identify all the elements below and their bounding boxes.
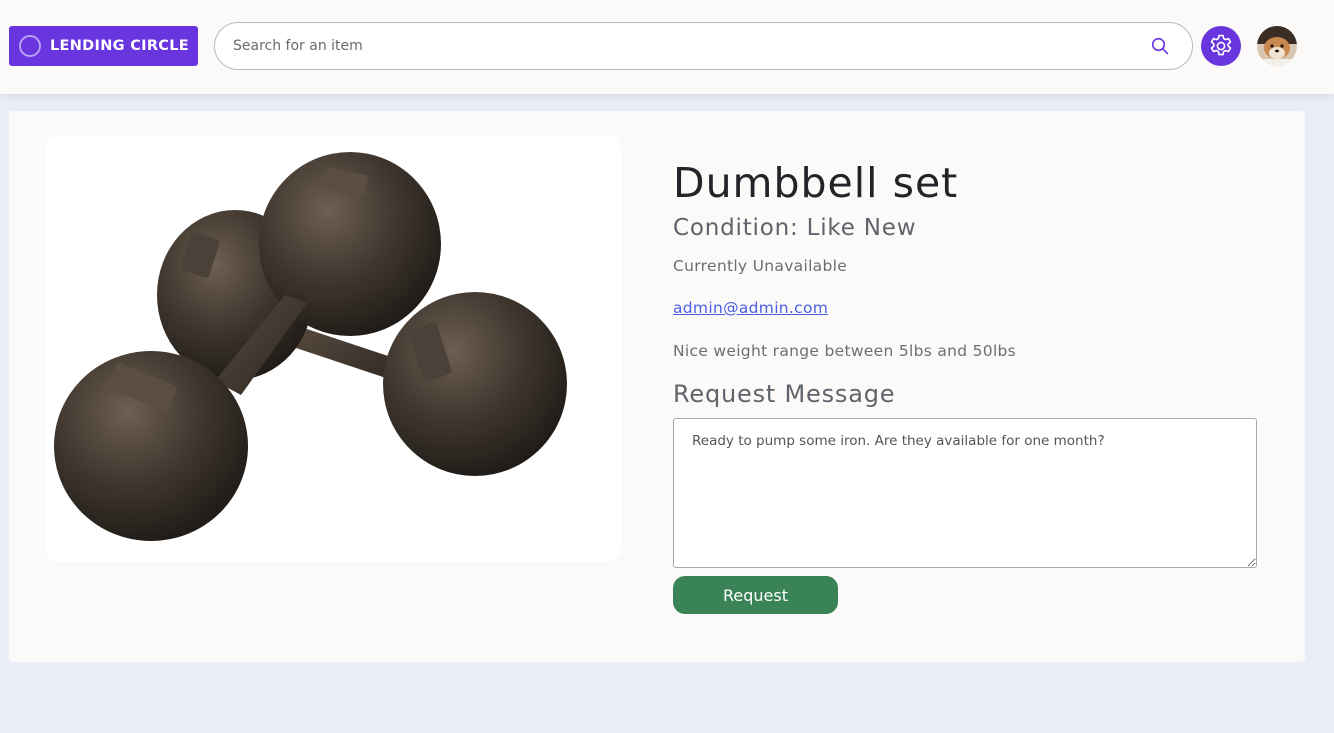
user-avatar[interactable] <box>1257 26 1297 66</box>
settings-button[interactable] <box>1201 26 1241 66</box>
search-icon[interactable] <box>1150 36 1170 56</box>
top-navbar: LENDING CIRCLE <box>0 0 1334 94</box>
dumbbell-photo <box>54 152 567 541</box>
search-bar <box>214 22 1193 70</box>
circle-logo-icon <box>19 35 41 57</box>
request-message-textarea[interactable]: Ready to pump some iron. Are they availa… <box>673 418 1257 568</box>
search-input[interactable] <box>233 38 1133 54</box>
item-image <box>45 135 621 562</box>
owner-email-link[interactable]: admin@admin.com <box>673 299 828 317</box>
item-title: Dumbbell set <box>673 159 959 207</box>
request-button[interactable]: Request <box>673 576 838 614</box>
request-heading: Request Message <box>673 380 896 408</box>
logo-text: LENDING CIRCLE <box>50 38 189 54</box>
avatar-photo <box>1257 26 1297 66</box>
item-description: Nice weight range between 5lbs and 50lbs <box>673 342 1017 360</box>
availability-status: Currently Unavailable <box>673 257 848 275</box>
logo-home-link[interactable]: LENDING CIRCLE <box>9 26 198 66</box>
item-detail-card: Dumbbell set Condition: Like New Current… <box>9 111 1305 662</box>
item-condition: Condition: Like New <box>673 215 917 241</box>
gear-icon <box>1210 34 1232 56</box>
